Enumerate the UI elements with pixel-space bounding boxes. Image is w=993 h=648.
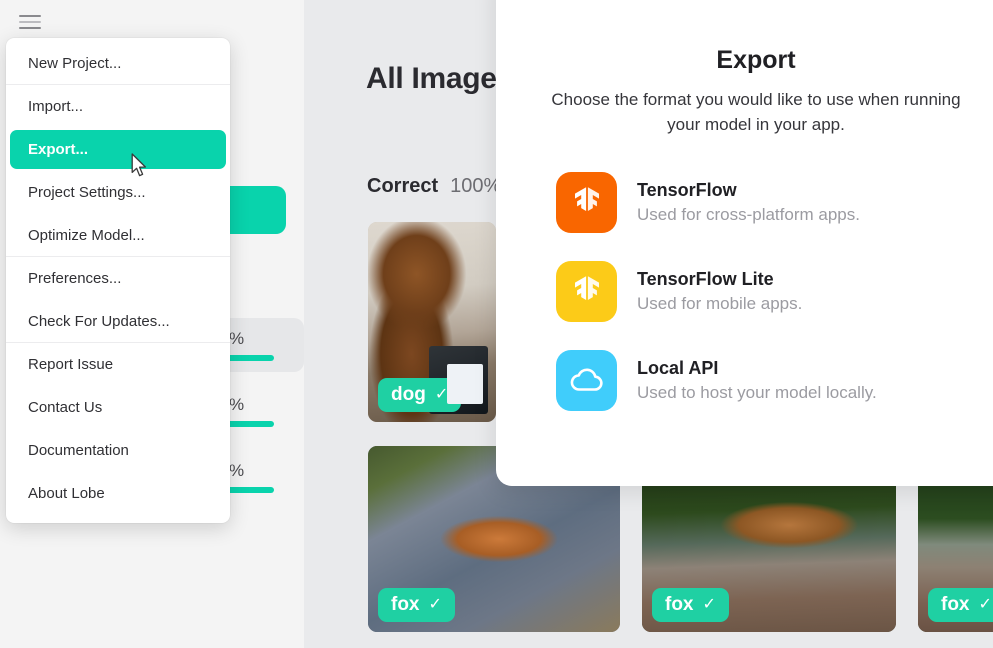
menu-item-export[interactable]: Export... bbox=[6, 128, 230, 171]
hamburger-menu-icon[interactable] bbox=[16, 8, 44, 30]
card-tag: fox ✓ bbox=[378, 588, 455, 622]
export-panel: Export Choose the format you would like … bbox=[496, 0, 993, 486]
export-option-tensorflow[interactable]: TensorFlow Used for cross-platform apps. bbox=[556, 171, 993, 233]
section-value: 100% bbox=[450, 175, 502, 197]
export-option-name: TensorFlow bbox=[637, 179, 737, 200]
card-tag-label: fox bbox=[941, 594, 970, 615]
menu-item-label: About Lobe bbox=[28, 485, 105, 502]
tensorflow-icon bbox=[556, 171, 617, 233]
export-option-desc: Used for cross-platform apps. bbox=[637, 204, 860, 224]
tensorflow-lite-icon bbox=[556, 260, 617, 322]
menu-item-about-lobe[interactable]: About Lobe bbox=[6, 472, 230, 515]
menu-item-documentation[interactable]: Documentation bbox=[6, 429, 230, 472]
section-label: Correct bbox=[367, 175, 439, 197]
page-title: All Images bbox=[366, 62, 514, 95]
export-option-desc: Used for mobile apps. bbox=[637, 293, 803, 313]
hamburger-line-top bbox=[19, 15, 41, 17]
menu-item-optimize-model[interactable]: Optimize Model... bbox=[6, 214, 230, 257]
menu-item-report-issue[interactable]: Report Issue bbox=[6, 343, 230, 386]
menu-item-label: Import... bbox=[28, 98, 84, 115]
check-icon: ✓ bbox=[702, 596, 716, 613]
image-card[interactable]: fox ✓ bbox=[642, 470, 896, 632]
check-icon: ✓ bbox=[978, 596, 992, 613]
menu-item-label: Contact Us bbox=[28, 399, 103, 416]
menu-item-label: Export... bbox=[28, 141, 89, 158]
export-option-name: TensorFlow Lite bbox=[637, 268, 774, 289]
menu-item-label: Optimize Model... bbox=[28, 226, 145, 244]
cloud-icon bbox=[556, 349, 617, 411]
image-card[interactable]: fox ✓ bbox=[918, 470, 993, 632]
export-option-name: Local API bbox=[637, 357, 719, 378]
app-menu-dropdown: New Project... Import... Export... Proje… bbox=[6, 38, 230, 523]
check-icon: ✓ bbox=[434, 386, 449, 403]
menu-item-label: Preferences... bbox=[28, 270, 122, 287]
export-subtitle: Choose the format you would like to use … bbox=[551, 90, 961, 135]
menu-item-check-for-updates[interactable]: Check For Updates... bbox=[6, 300, 230, 343]
menu-item-label: Report Issue bbox=[28, 356, 114, 373]
card-tag: fox ✓ bbox=[652, 588, 729, 622]
card-tag: fox ✓ bbox=[928, 588, 993, 622]
menu-item-new-project[interactable]: New Project... bbox=[6, 42, 230, 85]
menu-item-label: Documentation bbox=[28, 442, 129, 459]
card-tag-label: dog bbox=[391, 384, 426, 405]
card-tag-label: fox bbox=[391, 594, 420, 615]
menu-item-contact-us[interactable]: Contact Us bbox=[6, 386, 230, 429]
menu-item-label: Project Settings... bbox=[28, 184, 146, 201]
menu-item-import[interactable]: Import... bbox=[6, 85, 230, 128]
menu-item-label: New Project... bbox=[28, 54, 122, 72]
image-card[interactable]: dog ✓ bbox=[368, 222, 496, 422]
menu-item-project-settings[interactable]: Project Settings... bbox=[6, 171, 230, 214]
menu-item-label: Check For Updates... bbox=[28, 312, 170, 330]
export-option-tensorflow-lite[interactable]: TensorFlow Lite Used for mobile apps. bbox=[556, 260, 993, 322]
app-window: 100% 100% 100% All Images Correct 100% d… bbox=[0, 0, 993, 648]
hamburger-line-middle bbox=[19, 21, 41, 23]
menu-item-preferences[interactable]: Preferences... bbox=[6, 257, 230, 300]
hamburger-line-bottom bbox=[19, 27, 41, 29]
export-title: Export bbox=[716, 46, 796, 74]
card-tag-label: fox bbox=[665, 594, 694, 615]
export-option-text: TensorFlow Used for cross-platform apps. bbox=[637, 180, 860, 225]
export-option-local-api[interactable]: Local API Used to host your model locall… bbox=[556, 349, 993, 411]
export-option-text: Local API Used to host your model locall… bbox=[637, 358, 877, 403]
export-option-desc: Used to host your model locally. bbox=[637, 382, 877, 402]
section-header: Correct 100% bbox=[367, 175, 501, 198]
export-format-list: TensorFlow Used for cross-platform apps.… bbox=[496, 171, 993, 411]
export-option-text: TensorFlow Lite Used for mobile apps. bbox=[637, 269, 802, 314]
check-icon: ✓ bbox=[428, 596, 442, 613]
